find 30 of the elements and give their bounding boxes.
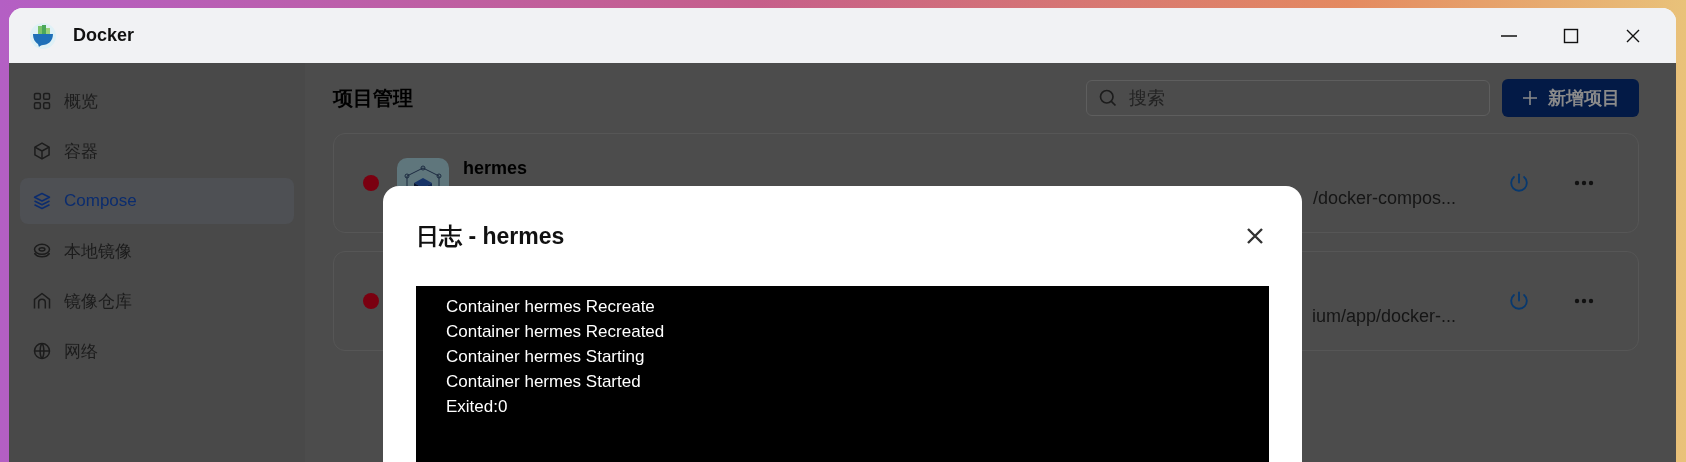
plus-icon: [1521, 90, 1538, 106]
add-project-button[interactable]: 新增项目: [1502, 79, 1639, 117]
cube-icon: [32, 141, 52, 161]
sidebar-item[interactable]: Compose: [20, 178, 294, 224]
globe-icon: [32, 341, 52, 361]
power-icon[interactable]: [1508, 172, 1530, 194]
window-title: Docker: [73, 25, 135, 46]
maximize-icon: [1563, 27, 1579, 44]
minimize-icon: [1501, 34, 1517, 37]
page-title: 项目管理: [333, 85, 413, 111]
app-logo-icon: [29, 21, 57, 50]
grid-icon: [32, 91, 52, 111]
log-line: Container hermes Starting: [446, 346, 646, 368]
log-line: Exited:0: [446, 396, 509, 418]
disc-icon: [32, 241, 52, 261]
project-path: ium/app/docker-...: [1311, 305, 1456, 327]
log-line: Container hermes Recreate: [446, 296, 656, 318]
more-icon[interactable]: [1574, 298, 1594, 304]
house-icon: [32, 291, 52, 311]
log-line: Container hermes Recreated: [446, 321, 666, 343]
close-icon: [1625, 27, 1641, 44]
project-name: hermes: [463, 157, 529, 180]
power-icon[interactable]: [1508, 290, 1530, 312]
project-path: /docker-compos...: [1312, 187, 1456, 209]
log-line: Container hermes Started: [446, 371, 642, 393]
cube-network-icon: [397, 158, 449, 186]
layers-icon: [32, 191, 52, 211]
search-icon: [1098, 88, 1118, 108]
close-icon: [1246, 227, 1264, 245]
more-icon[interactable]: [1574, 180, 1594, 186]
